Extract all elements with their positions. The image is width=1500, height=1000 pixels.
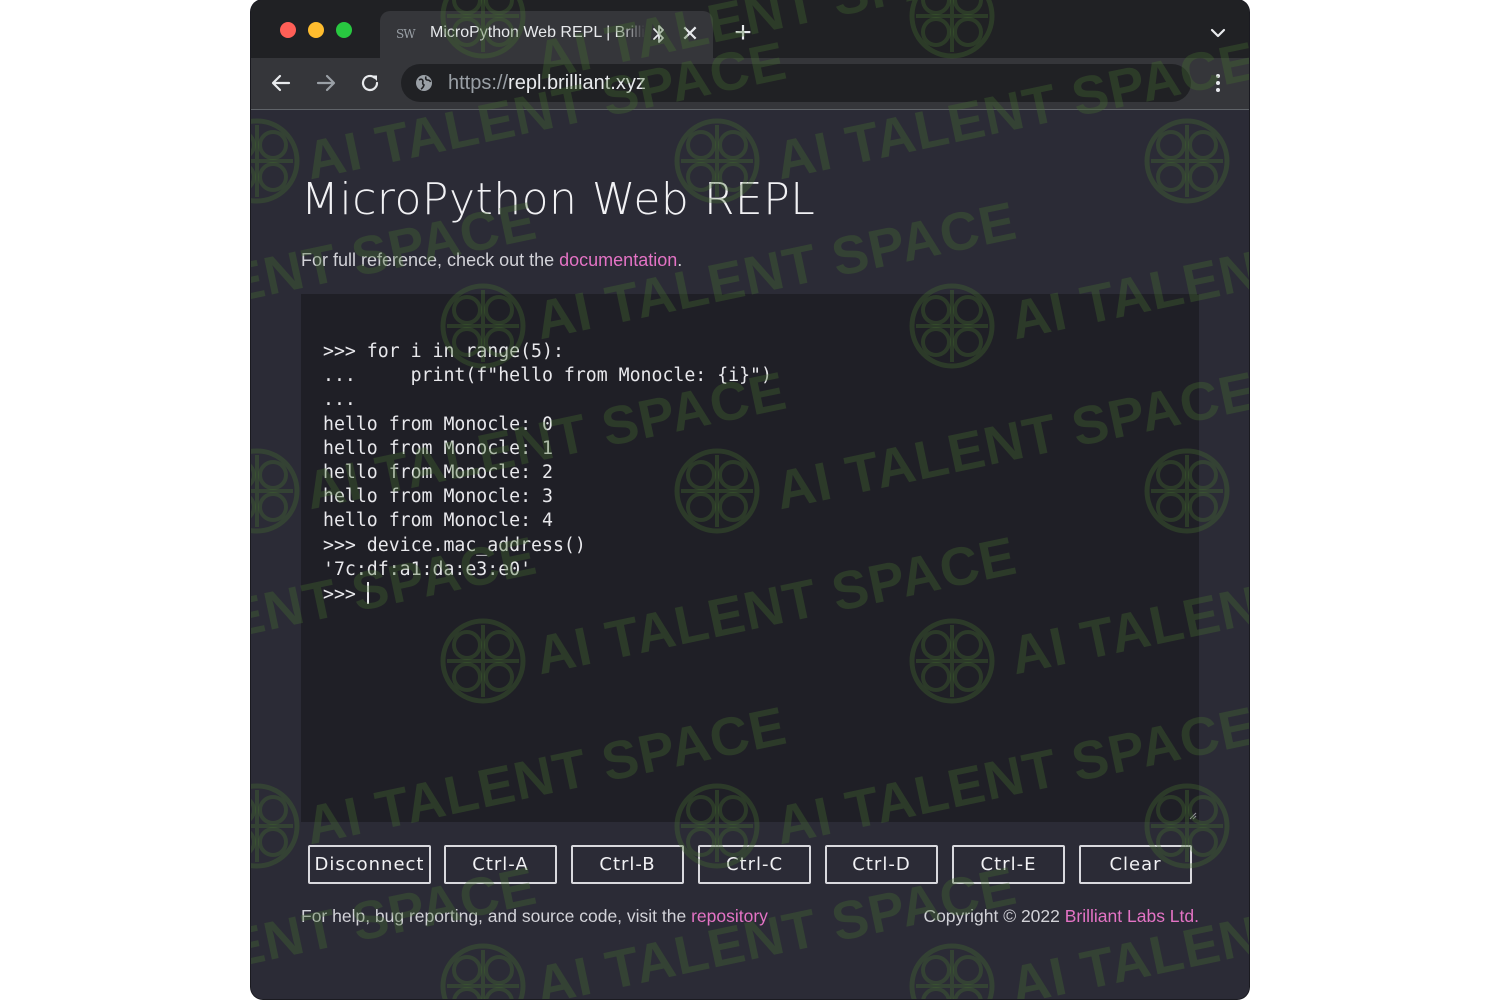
terminal-line: hello from Monocle: 0 bbox=[323, 413, 553, 435]
page-title: MicroPython Web REPL bbox=[301, 174, 816, 225]
reload-icon[interactable] bbox=[358, 71, 382, 95]
tab-close-icon[interactable]: ✕ bbox=[680, 23, 700, 45]
terminal-line: >>> for i in range(5): bbox=[323, 341, 564, 362]
control-buttons: Disconnect Ctrl-A Ctrl-B Ctrl-C Ctrl-D C… bbox=[308, 845, 1192, 884]
browser-toolbar: https://repl.brilliant.xyz bbox=[251, 58, 1249, 110]
ctrl-d-button[interactable]: Ctrl-D bbox=[825, 845, 938, 884]
url-scheme: https:// bbox=[448, 72, 509, 94]
ctrl-c-button[interactable]: Ctrl-C bbox=[698, 845, 811, 884]
address-bar[interactable]: https://repl.brilliant.xyz bbox=[401, 64, 1191, 102]
terminal-prompt: >>> bbox=[323, 583, 367, 605]
bluetooth-icon bbox=[653, 25, 664, 43]
url-text[interactable]: https://repl.brilliant.xyz bbox=[448, 72, 646, 95]
minimize-window-button[interactable] bbox=[308, 22, 324, 38]
ctrl-a-button[interactable]: Ctrl-A bbox=[444, 845, 557, 884]
terminal-output: >>> for i in range(5): ... print(f"hello… bbox=[323, 340, 772, 606]
url-host: repl.brilliant.xyz bbox=[508, 72, 646, 94]
chevron-down-icon[interactable] bbox=[1207, 25, 1229, 41]
terminal-line: hello from Monocle: 3 bbox=[323, 486, 553, 508]
disconnect-button[interactable]: Disconnect bbox=[308, 845, 431, 884]
repository-link[interactable]: repository bbox=[691, 906, 768, 926]
zoom-window-button[interactable] bbox=[336, 22, 352, 38]
terminal-line: hello from Monocle: 2 bbox=[323, 461, 553, 483]
terminal-line: ... bbox=[323, 389, 356, 411]
reference-text: For full reference, check out the docume… bbox=[301, 250, 682, 271]
copyright-prefix: Copyright © 2022 bbox=[923, 906, 1065, 926]
ctrl-b-button[interactable]: Ctrl-B bbox=[571, 845, 684, 884]
terminal-line: '7c:df:a1:da:e3:e0' bbox=[323, 558, 532, 580]
terminal-line: >>> device.mac_address() bbox=[323, 534, 586, 556]
close-window-button[interactable] bbox=[280, 22, 296, 38]
help-text: For help, bug reporting, and source code… bbox=[301, 906, 768, 927]
browser-window: SW MicroPython Web REPL | Brilliant Labs… bbox=[251, 0, 1249, 999]
kebab-menu-icon[interactable] bbox=[1206, 71, 1230, 95]
reference-prefix: For full reference, check out the bbox=[301, 250, 560, 270]
tab-active[interactable]: SW MicroPython Web REPL | Brilliant Labs… bbox=[380, 11, 713, 58]
new-tab-button[interactable]: + bbox=[729, 18, 757, 48]
brilliant-labs-link[interactable]: Brilliant Labs Ltd. bbox=[1065, 906, 1199, 926]
back-arrow-icon[interactable] bbox=[269, 71, 293, 95]
terminal-prompt-line[interactable]: >>> bbox=[323, 581, 772, 606]
clear-button[interactable]: Clear bbox=[1079, 845, 1192, 884]
terminal-line: hello from Monocle: 4 bbox=[323, 510, 553, 532]
copyright-text: Copyright © 2022 Brilliant Labs Ltd. bbox=[923, 906, 1199, 927]
tab-title: MicroPython Web REPL | Brilliant Labs bbox=[430, 24, 645, 41]
tab-strip: SW MicroPython Web REPL | Brilliant Labs… bbox=[251, 0, 1249, 58]
forward-arrow-icon[interactable] bbox=[314, 71, 338, 95]
ctrl-e-button[interactable]: Ctrl-E bbox=[952, 845, 1065, 884]
globe-icon[interactable] bbox=[415, 74, 433, 92]
reference-suffix: . bbox=[677, 250, 683, 270]
terminal-line: ... print(f"hello from Monocle: {i}") bbox=[323, 365, 772, 387]
help-prefix: For help, bug reporting, and source code… bbox=[301, 906, 692, 926]
text-cursor bbox=[366, 581, 369, 604]
terminal-line: hello from Monocle: 1 bbox=[323, 437, 553, 459]
documentation-link[interactable]: documentation bbox=[559, 250, 677, 270]
favicon-icon: SW bbox=[396, 27, 416, 41]
resize-grip-icon[interactable] bbox=[1187, 810, 1197, 820]
page-content: MicroPython Web REPL For full reference,… bbox=[251, 110, 1249, 999]
repl-terminal[interactable]: >>> for i in range(5): ... print(f"hello… bbox=[301, 294, 1199, 822]
